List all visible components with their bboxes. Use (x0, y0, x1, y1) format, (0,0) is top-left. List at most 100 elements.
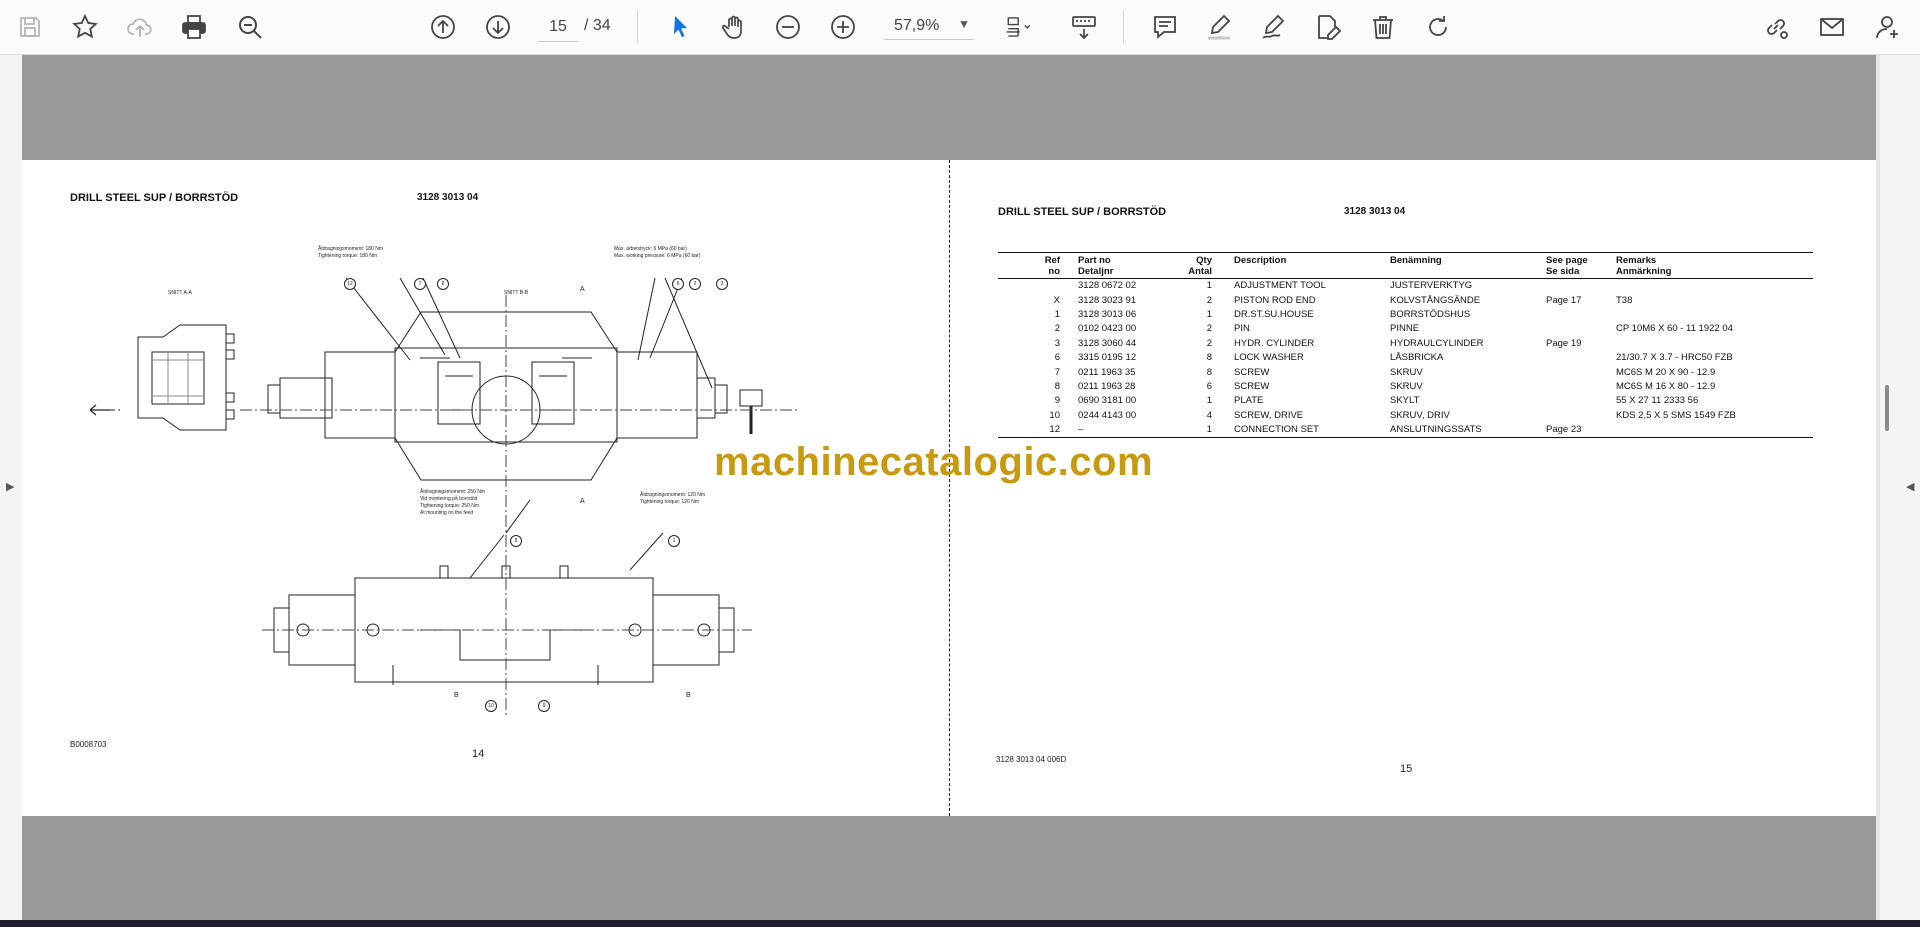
select-cursor-icon[interactable] (660, 7, 700, 47)
note-line: Tightening torque: 120 Nm (640, 499, 700, 505)
zoom-select[interactable]: 57,9% ▼ (884, 13, 974, 40)
cell-benamning: ANSLUTNINGSSATS (1390, 422, 1546, 439)
toolbar: / 34 57,9% ▼ (0, 0, 1920, 55)
account-icon[interactable] (1868, 7, 1908, 47)
share-link-icon[interactable] (1756, 7, 1796, 47)
drawing-balloon: 6 (672, 278, 684, 290)
cell-remarks (1616, 308, 1813, 322)
table-row: 1 3128 3013 06 1 DR.ST.SU.HOUSE BORRSTÖDSHUS (998, 308, 1813, 322)
drawing-balloon: 7 (414, 278, 426, 290)
drawing-balloon: 8 (510, 535, 522, 547)
note-bottom-left: Åtdragningsmoment: 250 Nm Vid montering … (420, 489, 485, 517)
taskbar-strip (0, 920, 1920, 927)
mail-icon[interactable] (1812, 7, 1852, 47)
col-remarks: Remarks Anmärkning (1616, 252, 1813, 279)
page-fit-icon[interactable] (996, 7, 1042, 47)
arrow-down-icon[interactable] (478, 7, 518, 47)
note-top-left: Åtdragningsmoment: 180 Nm Tightening tor… (318, 246, 383, 260)
cell-ref: 10 (1049, 409, 1060, 421)
table-row: 2 0102 0423 00 2 PIN PINNE CP 10M6 X 60 - 11 … (998, 322, 1813, 336)
delete-icon[interactable] (1363, 7, 1403, 47)
left-page-part-number: 3128 3013 04 (417, 192, 479, 203)
note-bottom-right: Åtdragningsmoment: 120 Nm Tightening tor… (640, 492, 705, 506)
table-row: 9 0690 3181 00 1 PLATE SKYLT 55 X 27 11 2333 … (998, 394, 1813, 408)
cell-see-page (1546, 308, 1616, 322)
cell-benamning: SKYLT (1390, 395, 1420, 407)
page-number-input[interactable] (538, 13, 578, 42)
cell-part-no: 0102 0423 00 (1078, 323, 1137, 335)
expand-left-panel-icon[interactable]: ▶ (6, 480, 14, 493)
cell-remarks: KDS 2,5 X 5 SMS 1549 FZB (1616, 409, 1736, 421)
edit-icon[interactable] (1308, 7, 1348, 47)
note-line: Max. arbetstryck: 6 MPa (60 bar) (614, 246, 687, 252)
star-icon[interactable] (65, 7, 105, 47)
left-page-number: 14 (472, 748, 485, 760)
cell-benamning: PINNE (1390, 323, 1420, 335)
drawing-balloon: 8 (437, 278, 449, 290)
table-row: 8 0211 1963 28 6 SCREW SKRUV MC6S M 16 X 80 -… (998, 380, 1813, 394)
expand-right-panel-icon[interactable]: ◀ (1906, 480, 1914, 493)
page-total: / 34 (584, 17, 611, 34)
parts-table: Ref no Part no Detaljnr Qty Antal Descripti… (998, 252, 1813, 439)
zoom-out-icon[interactable] (768, 7, 808, 47)
col-benamning: Benämning (1390, 252, 1546, 279)
cell-description: DR.ST.SU.HOUSE (1234, 308, 1314, 320)
cell-part-no: 0211 1963 28 (1078, 380, 1136, 392)
cell-see-page: Page 19 (1546, 337, 1582, 349)
hand-icon[interactable] (714, 7, 754, 47)
cell-part-no: – (1078, 422, 1168, 439)
note-line: Åtdragningsmoment: 250 Nm (420, 489, 486, 495)
footer-reference: 3128 3013 04 006D (996, 755, 1067, 764)
cell-description: LOCK WASHER (1234, 352, 1304, 364)
rotate-icon[interactable] (1418, 7, 1458, 47)
cell-benamning: BORRSTÖDSHUS (1390, 308, 1471, 320)
toolbar-divider (1123, 10, 1124, 44)
cell-remarks: T38 (1616, 294, 1633, 306)
cell-see-page: Page 17 (1546, 294, 1582, 306)
cell-see-page (1546, 351, 1616, 365)
scrollbar-thumb[interactable] (1885, 385, 1889, 431)
scroll-mode-icon[interactable] (1064, 7, 1104, 47)
zoom-in-icon[interactable] (823, 7, 863, 47)
section-letter: A (580, 286, 585, 293)
note-line: Åtdragningsmoment: 120 Nm (640, 492, 706, 498)
drawing-balloon: 10 (485, 700, 497, 712)
cell-ref: 6 (1054, 352, 1060, 364)
cell-ref: 9 (1054, 395, 1060, 407)
section-letter: B (686, 692, 691, 699)
cell-remarks (1616, 279, 1813, 294)
drawing-balloon: 2 (689, 278, 701, 290)
cell-part-no: 3128 3060 44 (1078, 337, 1137, 349)
end-view (90, 324, 235, 431)
drawing-balloon: 3 (716, 278, 728, 290)
cell-benamning: HYDRAULCYLINDER (1390, 337, 1484, 349)
cell-see-page: Page 23 (1546, 422, 1616, 439)
cell-qty: 6 (1206, 380, 1212, 392)
cell-description: SCREW, DRIVE (1234, 409, 1304, 421)
cell-description: ADJUSTMENT TOOL (1234, 280, 1326, 292)
highlight-icon[interactable] (1199, 7, 1239, 47)
comment-icon[interactable] (1145, 7, 1185, 47)
draw-icon[interactable] (1254, 7, 1294, 47)
note-line: Tightening torque: 250 Nm (420, 503, 480, 509)
cell-part-no: 0244 4143 00 (1078, 409, 1137, 421)
table-row: 6 3315 0195 12 8 LOCK WASHER LÅSBRICKA 21/30.… (998, 351, 1813, 365)
zoom-search-icon[interactable] (230, 7, 270, 47)
cell-ref: 12 (998, 422, 1078, 439)
cloud-upload-icon[interactable] (120, 7, 160, 47)
table-row: X 3128 3023 91 2 PISTON ROD END KOLVSTÅNGSÄN… (998, 293, 1813, 307)
cell-benamning: SKRUV, DRIV (1390, 409, 1450, 421)
note-line: At mounting on the feed (420, 510, 474, 516)
drawing-balloon: 1 (668, 535, 680, 547)
cell-description: PISTON ROD END (1234, 294, 1316, 306)
watermark: machinecatalogic.com (714, 440, 1154, 484)
note-line: Vid montering på borrstöd (420, 496, 478, 502)
print-icon[interactable] (174, 7, 214, 47)
save-icon[interactable] (10, 7, 50, 47)
arrow-up-icon[interactable] (423, 7, 463, 47)
cell-remarks: 55 X 27 11 2333 56 (1616, 395, 1699, 407)
zoom-value: 57,9% (894, 17, 940, 34)
section-letter: A (580, 498, 585, 505)
right-page-number: 15 (1400, 763, 1413, 775)
cell-benamning: SKRUV (1390, 380, 1423, 392)
